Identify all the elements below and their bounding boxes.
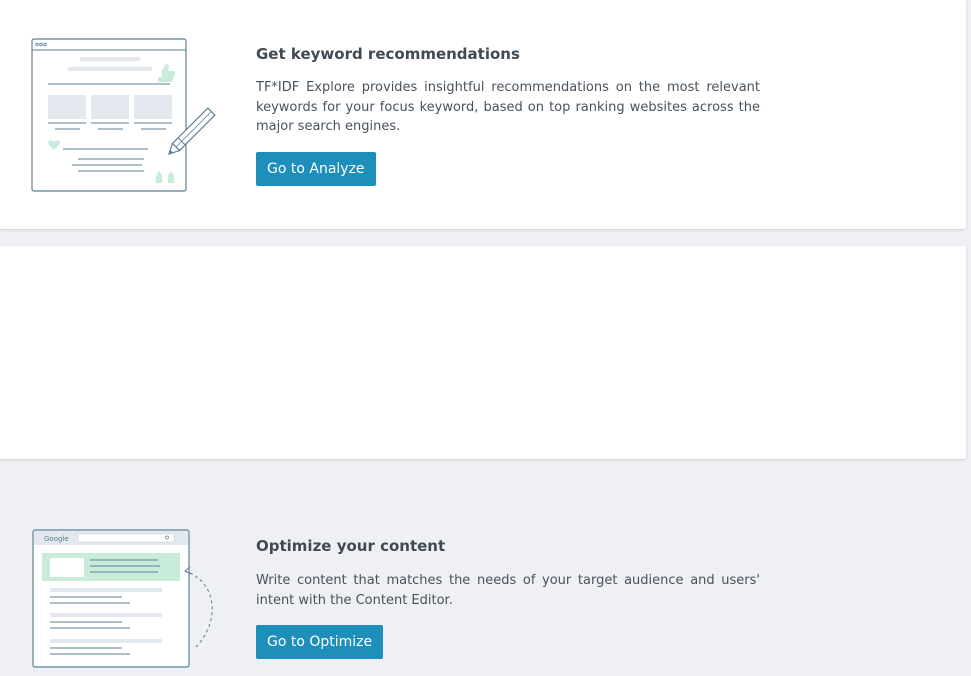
card-title: Optimize your content [256,537,446,555]
go-to-analyze-button[interactable]: Go to Analyze [256,151,376,186]
keyword-editor-illustration-icon [30,37,220,195]
search-results-illustration-icon: Google [30,527,220,672]
card-description: Write content that matches the needs of … [256,573,760,608]
go-to-optimize-button[interactable]: Go to Optimize [256,625,384,659]
card-description: TF*IDF Explore provides insightful recom… [256,80,760,134]
google-logo: Google [44,535,69,543]
optimize-content-content: Optimize your content Write content that… [256,537,760,659]
card-title: Get keyword recommendations [256,45,520,63]
optimize-content-card: Google Optimize your content Write conte… [0,246,966,668]
keyword-recommendations-content: Get keyword recommendations TF*IDF Explo… [256,45,760,186]
keyword-recommendations-card: Get keyword recommendations TF*IDF Explo… [0,0,966,229]
